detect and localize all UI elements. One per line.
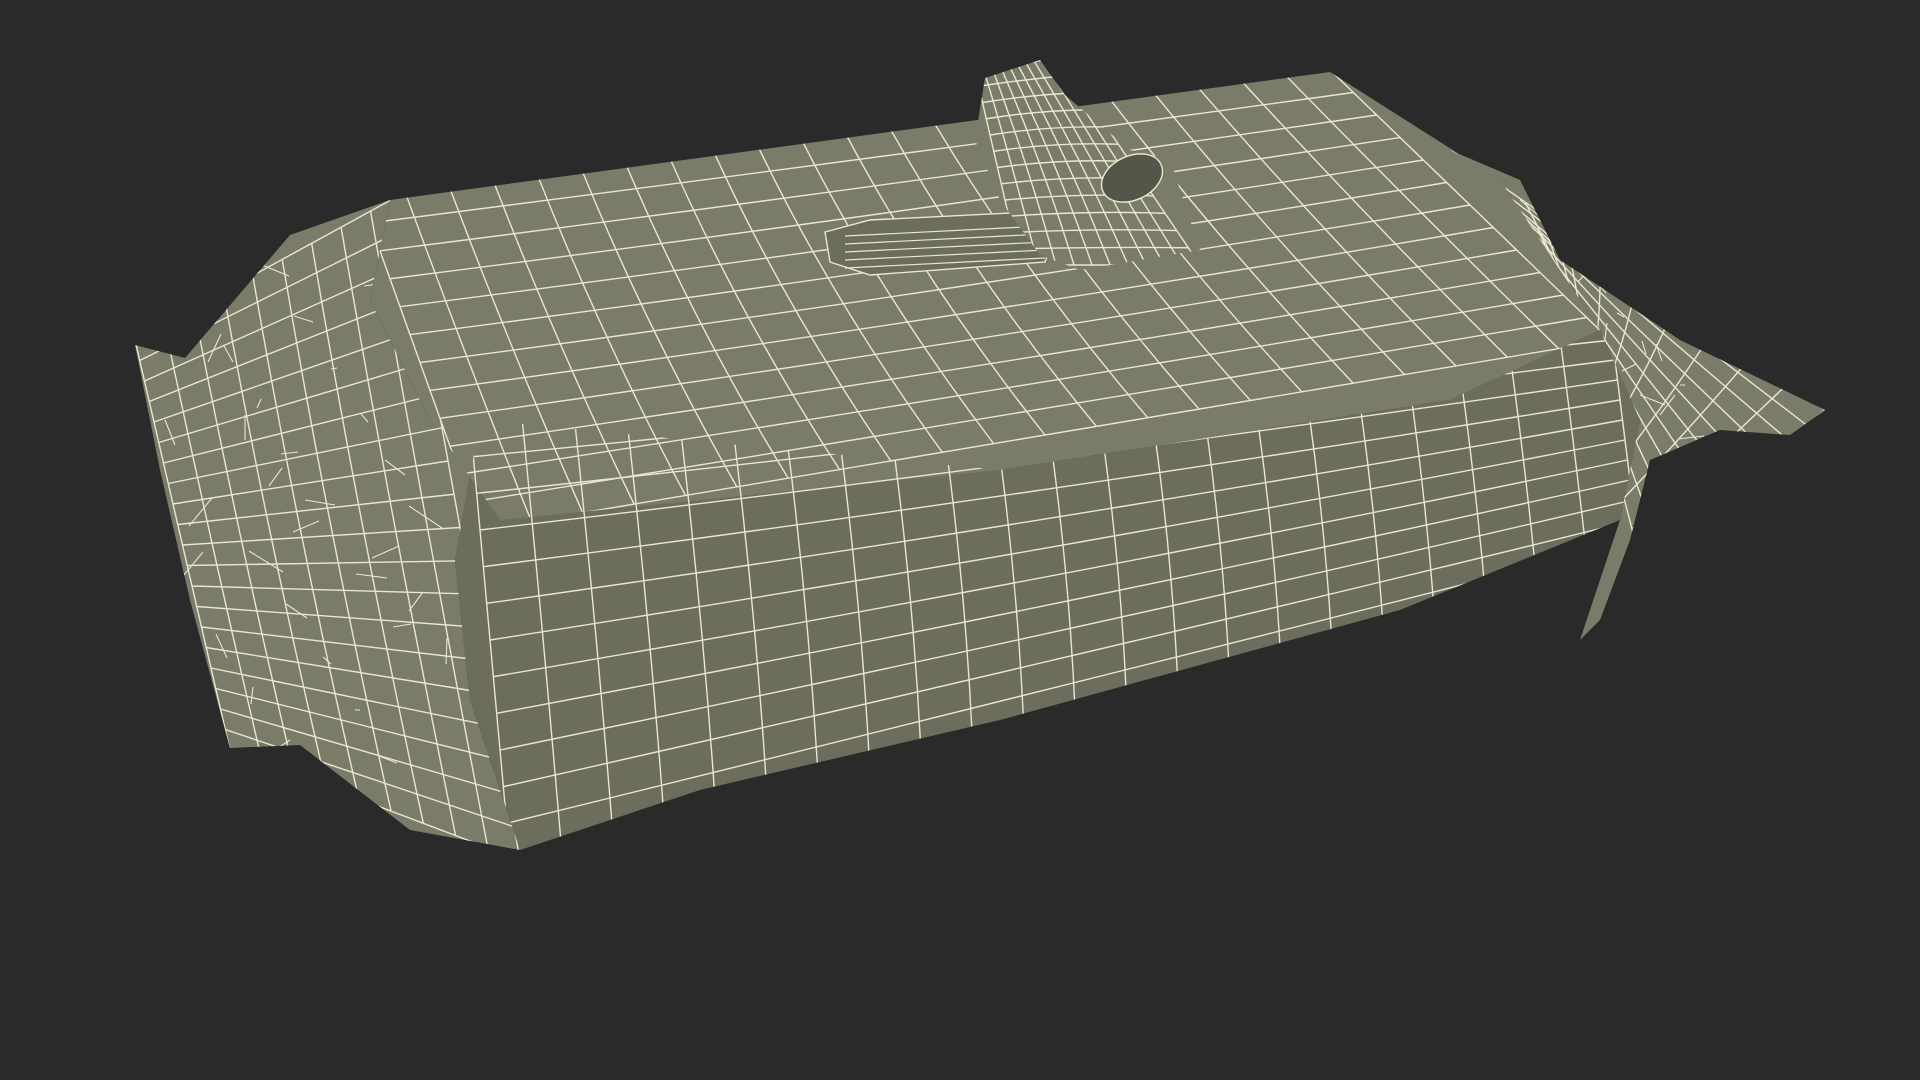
mesh-edge bbox=[186, 292, 210, 317]
mesh-edge bbox=[1790, 558, 1793, 562]
mesh-edge bbox=[194, 769, 221, 791]
mesh-edge bbox=[1626, 286, 1645, 304]
render-viewport bbox=[0, 0, 1920, 1080]
mesh-edge bbox=[1732, 462, 1757, 478]
mesh-edge bbox=[298, 792, 328, 797]
mesh-edge bbox=[1509, 609, 1531, 616]
mesh-edge bbox=[1761, 517, 1775, 538]
mesh-edge bbox=[1722, 486, 1737, 494]
package-body bbox=[135, 72, 1825, 850]
mesh-edge bbox=[170, 716, 184, 745]
mesh-edge bbox=[1693, 445, 1719, 470]
mesh-edge bbox=[1597, 261, 1627, 264]
wireframe-render bbox=[135, 60, 1825, 850]
mesh-edge bbox=[149, 239, 186, 271]
mesh-edge bbox=[1751, 516, 1755, 529]
mesh-edge bbox=[1547, 220, 1570, 240]
mesh-edge bbox=[1771, 568, 1782, 592]
mesh-edge bbox=[1558, 218, 1589, 232]
mesh-edge bbox=[170, 287, 198, 310]
mesh-edge bbox=[1529, 584, 1541, 601]
